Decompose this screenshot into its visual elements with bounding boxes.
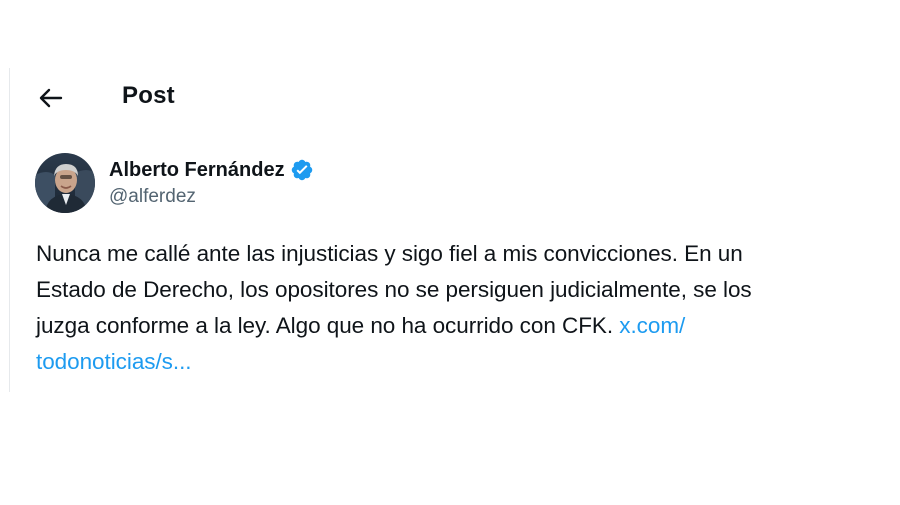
post-text-line: Estado de Derecho, los opositores no se … (36, 277, 752, 302)
post-text-segment: juzga conforme a la ley. Algo que no ha … (36, 313, 614, 338)
post-link[interactable]: x.com/ (619, 313, 685, 338)
post-text-line: Nunca me callé ante las injusticias y si… (36, 241, 743, 266)
page-title: Post (122, 82, 175, 109)
author-handle[interactable]: @alferdez (109, 186, 314, 208)
avatar[interactable] (35, 153, 95, 213)
post-author: Alberto Fernández @alferdez (35, 153, 314, 213)
profile-photo-icon (35, 153, 95, 213)
author-name[interactable]: Alberto Fernández (109, 159, 285, 182)
verified-badge-icon (291, 159, 312, 181)
post-link-continued[interactable]: todonoticias/s... (36, 349, 192, 374)
post-header: Post (36, 80, 175, 116)
back-button[interactable] (36, 83, 66, 113)
post-body: Nunca me callé ante las injusticias y si… (36, 236, 896, 380)
arrow-left-icon (39, 88, 63, 108)
column-divider (9, 68, 10, 392)
post-text-line: juzga conforme a la ley. Algo que no ha … (36, 308, 896, 344)
post-text-line: todonoticias/s... (36, 344, 896, 380)
